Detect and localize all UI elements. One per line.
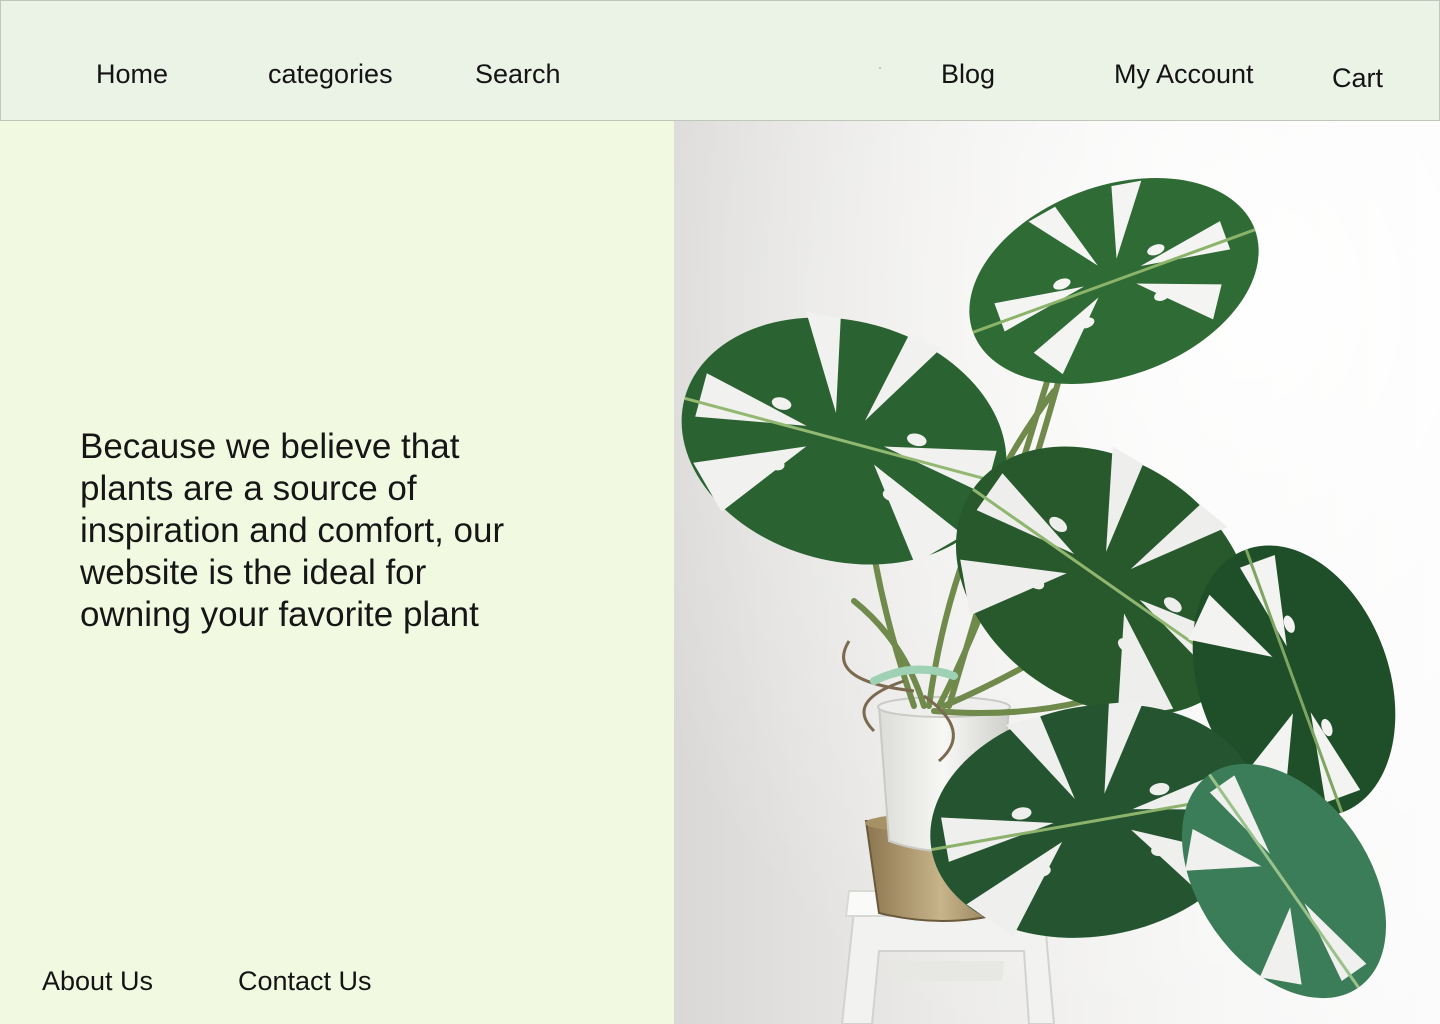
nav-search-link[interactable]: Search xyxy=(475,58,561,90)
hero-tagline: Because we believe that plants are a sou… xyxy=(80,427,505,634)
nav-my-account-link[interactable]: My Account xyxy=(1114,58,1254,90)
page: Home categories Search Blog My Account C… xyxy=(0,0,1440,1024)
nav-home-link[interactable]: Home xyxy=(96,58,168,90)
monstera-plant-image xyxy=(674,121,1440,1024)
footer-contact-us-link[interactable]: Contact Us xyxy=(238,965,372,997)
nav-categories-link[interactable]: categories xyxy=(268,58,393,90)
footer-about-us-link[interactable]: About Us xyxy=(42,965,153,997)
nav-blog-link[interactable]: Blog xyxy=(941,58,995,90)
nav-cart-link[interactable]: Cart xyxy=(1332,62,1383,94)
top-navbar: Home categories Search Blog My Account C… xyxy=(0,0,1440,121)
nav-divider-dot xyxy=(879,67,881,69)
